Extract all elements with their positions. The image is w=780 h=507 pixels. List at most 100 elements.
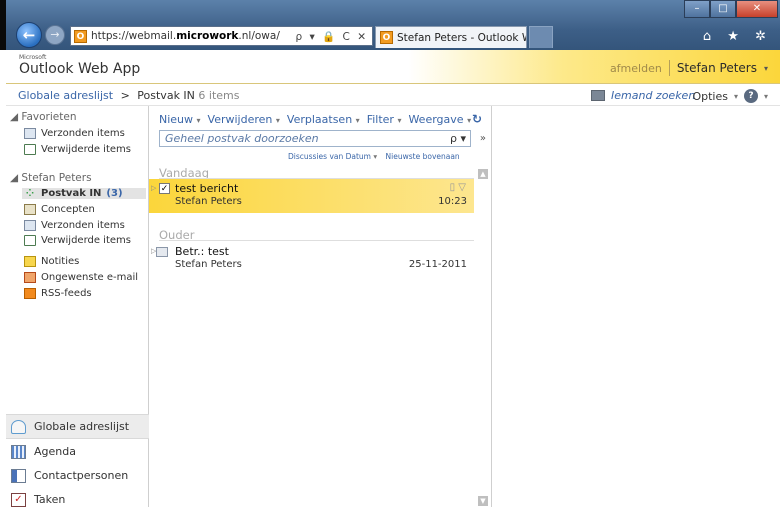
notes-icon [24,256,36,267]
sent-items-icon [24,220,36,231]
folder-label: Verwijderde items [41,235,131,246]
folder-deleted-items[interactable]: Verwijderde items [24,235,131,246]
message-subject: test bericht [175,182,239,195]
favorite-sent-items[interactable]: Verzonden items [24,128,125,139]
owa-favicon-icon: O [74,29,87,43]
user-name[interactable]: Stefan Peters [677,61,757,75]
browser-toolbar-icons[interactable]: ⌂ ★ ✲ [703,29,772,44]
folder-rss[interactable]: RSS-feeds [24,288,92,299]
user-menu-chevron-icon[interactable]: ▾ [764,64,768,73]
item-count: 6 items [198,89,240,102]
folder-notes[interactable]: Notities [24,256,79,267]
reply-envelope-icon [156,247,168,257]
help-icon[interactable]: ? [743,89,758,103]
favorites-title[interactable]: ◢ Favorieten [10,111,77,123]
expand-conversation-icon[interactable]: ▷ [151,184,156,192]
message-row[interactable]: ▷ ✓ test bericht Stefan Peters ▯ ▽ 10:23 [149,179,474,213]
favorite-label: Verzonden items [41,128,125,139]
folder-drafts[interactable]: Concepten [24,204,95,215]
address-bar[interactable]: O https://webmail.microwork.nl/owa/ ρ ▾ … [70,26,373,46]
back-button[interactable]: ← [16,22,42,48]
new-tab-button[interactable] [529,26,553,48]
search-placeholder: Geheel postvak doorzoeken [165,132,319,145]
module-tasks[interactable]: ✓ Taken [6,487,149,507]
module-contacts[interactable]: Contactpersonen [6,463,149,488]
delete-button[interactable]: Verwijderen ▾ [208,113,280,126]
module-label: Globale adreslijst [34,420,130,433]
options-chevron-icon[interactable]: ▾ [734,92,738,101]
breadcrumb-root[interactable]: Globale adreslijst [18,89,113,102]
close-window-button[interactable]: ✕ [736,0,778,18]
url-text: https://webmail.microwork.nl/owa/ [91,30,280,42]
module-label: Taken [34,493,66,506]
search-input[interactable]: Geheel postvak doorzoeken ρ ▾ [159,130,471,147]
tab-favicon-icon: O [380,31,393,44]
message-time: 10:23 [438,196,467,207]
tab-title: Stefan Peters - Outlook We... [397,31,526,44]
folder-sent-items[interactable]: Verzonden items [24,220,125,231]
signout-link[interactable]: afmelden [610,62,662,75]
find-someone[interactable]: Iemand zoeken [591,89,695,102]
address-book-icon [591,90,605,101]
scroll-down-button[interactable]: ▼ [478,496,488,506]
browser-tab-active[interactable]: O Stefan Peters - Outlook We... ✕ [375,26,527,48]
view-button[interactable]: Weergave ▾ [408,113,471,126]
module-label: Agenda [34,445,76,458]
message-flag-icons[interactable]: ▯ ▽ [450,182,466,193]
header-user-area: afmelden Stefan Peters ▾ [610,60,768,76]
contacts-icon [11,468,26,483]
expand-search-icon[interactable]: » [480,133,486,144]
sort-bar: Discussies van Datum ▾ Nieuwste bovenaan [288,152,460,161]
deleted-items-icon [24,144,36,155]
inbox-icon: ⁘ [25,188,35,199]
address-list-icon [11,419,26,434]
message-row[interactable]: ▷ Betr.: test Stefan Peters 25-11-2011 [149,242,474,276]
minimize-button[interactable]: – [684,0,710,18]
breadcrumb-separator: > [120,89,130,102]
favorite-label: Verwijderde items [41,144,131,155]
drafts-icon [24,204,36,215]
favorite-deleted-items[interactable]: Verwijderde items [24,144,131,155]
app-name: Outlook Web App [19,61,141,77]
arrange-by-button[interactable]: Discussies van Datum [288,152,371,161]
group-divider [159,240,474,241]
options-button[interactable]: Opties [692,90,728,103]
junk-mail-icon [24,272,36,283]
forward-button[interactable]: → [45,25,65,45]
sub-bar: Globale adreslijst > Postvak IN 6 items … [6,84,780,106]
message-checkbox[interactable]: ✓ [159,183,170,194]
search-icon[interactable]: ρ ▾ [450,132,470,145]
message-sender: Stefan Peters [175,259,242,270]
address-tools[interactable]: ρ ▾ 🔒 C ✕ [296,30,373,43]
rss-icon [24,288,36,299]
module-global-address-list[interactable]: Globale adreslijst [6,414,149,439]
module-label: Contactpersonen [34,469,129,482]
folder-label: Postvak IN [41,188,102,199]
header-divider [668,60,670,76]
folder-junk[interactable]: Ongewenste e-mail [24,272,138,283]
new-button[interactable]: Nieuw ▾ [159,113,201,126]
maximize-button[interactable]: □ [710,0,736,18]
arrange-chevron-icon[interactable]: ▾ [373,152,377,161]
message-sender: Stefan Peters [175,196,242,207]
folder-pane: ◢ Favorieten Verzonden items Verwijderde… [6,106,149,507]
list-toolbar: Nieuw ▾ Verwijderen ▾ Verplaatsen ▾ Filt… [159,113,471,126]
move-button[interactable]: Verplaatsen ▾ [287,113,360,126]
sort-order-button[interactable]: Nieuwste bovenaan [386,152,460,161]
help-chevron-icon[interactable]: ▾ [764,92,768,101]
module-calendar[interactable]: Agenda [6,439,149,464]
window-controls: – □ ✕ [684,0,778,18]
filter-button[interactable]: Filter ▾ [367,113,402,126]
calendar-icon [11,444,26,459]
deleted-items-icon [24,235,36,246]
unread-count: (3) [106,188,123,199]
folder-label: Concepten [41,204,95,215]
mailbox-title[interactable]: ◢ Stefan Peters [10,172,92,184]
breadcrumb-current: Postvak IN [137,89,195,102]
owa-header: Microsoft Outlook Web App afmelden Stefa… [6,50,780,84]
options-area: Opties ▾ ? ▾ [692,89,768,103]
message-subject: Betr.: test [175,245,229,258]
folder-inbox[interactable]: ⁘ Postvak IN (3) [22,188,146,199]
scroll-up-button[interactable]: ▲ [478,169,488,179]
refresh-icon[interactable]: ↻ [472,112,482,126]
